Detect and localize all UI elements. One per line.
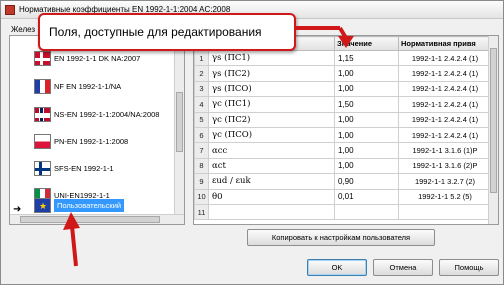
arrow-to-value-column-icon bbox=[296, 26, 354, 48]
arrow-to-custom-item-icon bbox=[63, 212, 80, 267]
annotation-arrows bbox=[63, 26, 354, 267]
